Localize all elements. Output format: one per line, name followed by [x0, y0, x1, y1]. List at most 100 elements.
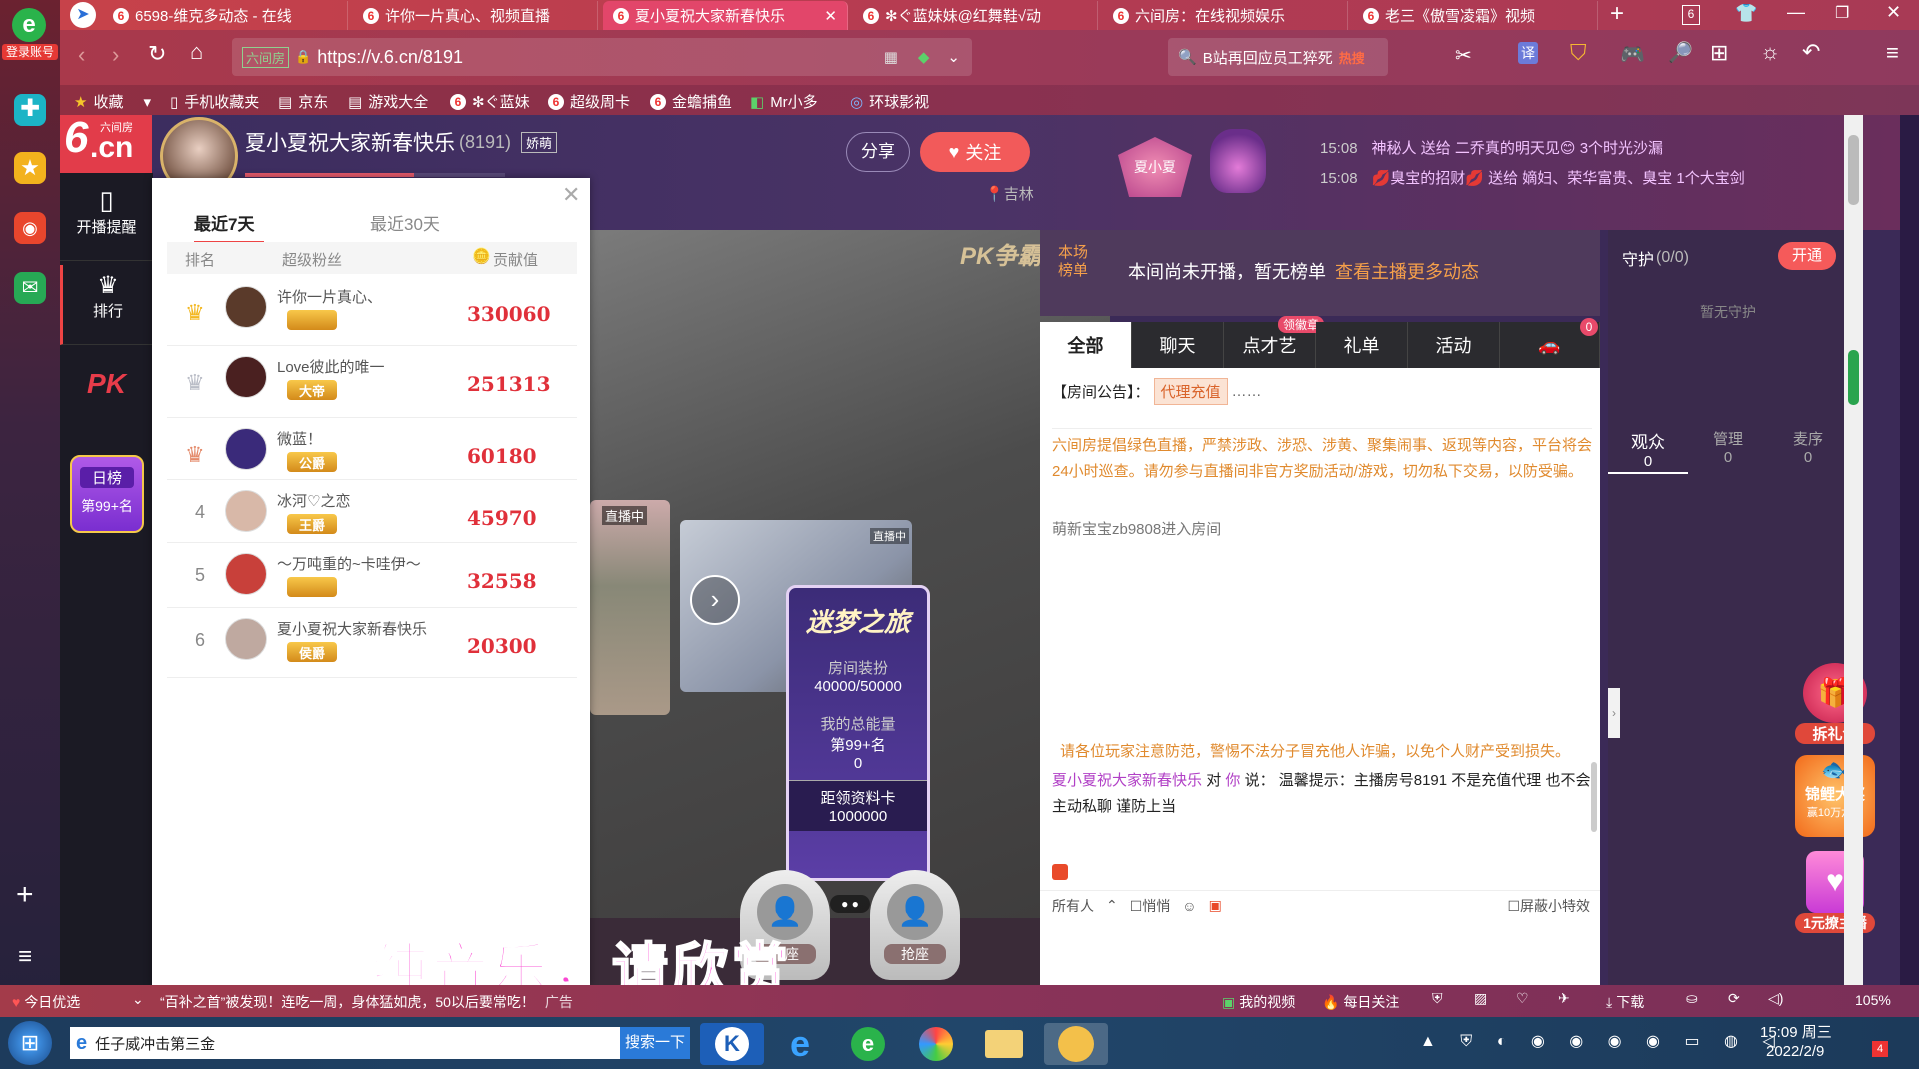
fan-row[interactable]: ♛ Love彼此的唯一 大帝 251313	[167, 346, 577, 418]
host-flirt-button[interactable]: ♥ 1元撩主播	[1795, 851, 1875, 941]
browser-logo-small-icon[interactable]: ➤	[70, 2, 96, 28]
clock-date[interactable]: 2022/2/9	[1766, 1043, 1824, 1060]
tab-30days[interactable]: 最近30天	[370, 210, 440, 235]
shield-icon[interactable]: ⛨	[1432, 990, 1443, 1007]
fan-avatar[interactable]	[225, 428, 267, 470]
fan-name[interactable]: 许你一片真心、	[277, 286, 382, 307]
fan-name[interactable]: 夏小夏祝大家新春快乐	[277, 618, 427, 639]
site-logo[interactable]: 6 六间房 .cn	[60, 115, 152, 173]
search-box[interactable]: 🔍 B站再回应员工猝死 热搜	[1168, 38, 1388, 76]
sync-icon[interactable]: ⟳	[1728, 990, 1740, 1007]
gift-box-icon[interactable]: ▣	[1209, 897, 1222, 914]
fan-avatar[interactable]	[225, 618, 267, 660]
gift-pack-button[interactable]: 🎁 拆礼包	[1795, 663, 1875, 745]
daily-rank-badge[interactable]: 日榜 第99+名	[70, 455, 144, 533]
fav-mr[interactable]: ◧ Mr小多	[750, 91, 818, 112]
sidebar-item-rank[interactable]: ♛ 排行	[60, 265, 153, 345]
fan-name[interactable]: Love彼此的唯一	[277, 356, 385, 377]
emoji-icon[interactable]: ☺	[1182, 898, 1196, 914]
fan-avatar[interactable]	[225, 356, 267, 398]
close-popup-icon[interactable]: ✕	[562, 182, 580, 208]
game-icon[interactable]: 🎮	[1620, 42, 1645, 67]
fan-name[interactable]: 冰河♡之恋	[277, 490, 350, 511]
next-arrow-icon[interactable]: ›	[690, 575, 740, 625]
tab-all[interactable]: 全部	[1040, 322, 1132, 368]
taskbar-search-field[interactable]: e 任子威冲击第三金	[70, 1027, 620, 1059]
tab-6[interactable]: 6 老三《傲雪凌霜》视频	[1353, 1, 1598, 30]
volume-icon[interactable]: ◁)	[1768, 990, 1783, 1007]
main-menu-icon[interactable]: ≡	[1886, 40, 1899, 66]
star-favorites-icon[interactable]: ★	[14, 152, 46, 184]
pk-stream-thumb[interactable]	[590, 500, 670, 715]
skin-icon[interactable]: 👕	[1735, 3, 1757, 24]
fan-avatar[interactable]	[225, 490, 267, 532]
fav-fish[interactable]: 6 金蟾捕鱼	[650, 91, 732, 112]
clock-time[interactable]: 15:09 周三	[1760, 1021, 1832, 1042]
fav-card[interactable]: 6 超级周卡	[548, 91, 630, 112]
seat-2[interactable]: 👤 抢座	[870, 870, 960, 980]
url-field[interactable]: 六间房 🔒 https://v.6.cn/8191 ▦ ◆ ⌄	[232, 38, 972, 76]
quiet-checkbox[interactable]: ☐悄悄	[1130, 896, 1171, 916]
browser-taskbar-icon[interactable]: e	[836, 1023, 900, 1065]
collapse-arrow-icon[interactable]: ›	[1608, 688, 1620, 738]
notice-more[interactable]: ……	[1232, 383, 1262, 400]
tab-admins[interactable]: 管理 0	[1688, 428, 1768, 466]
login-button[interactable]: 登录账号	[2, 44, 58, 60]
tab-7days[interactable]: 最近7天	[194, 210, 265, 244]
tab-mic[interactable]: 麦序 0	[1768, 428, 1848, 466]
sidebar-menu-icon[interactable]: ≡	[18, 943, 32, 971]
sidebar-item-notify[interactable]: ▯ 开播提醒	[60, 181, 153, 261]
home-icon[interactable]: ⌂	[190, 39, 203, 65]
sidebar-add-icon[interactable]: +	[16, 878, 34, 912]
undo-icon[interactable]: ↶	[1802, 39, 1820, 65]
qr-icon[interactable]: ▦	[884, 48, 898, 66]
tab-activity[interactable]: 活动	[1408, 322, 1500, 368]
emoji-red-icon[interactable]	[1052, 864, 1068, 880]
fav-mobile[interactable]: ▯ 手机收藏夹	[170, 91, 259, 112]
fan-row[interactable]: 4 冰河♡之恋 王爵 45970	[167, 480, 577, 543]
koi-button[interactable]: 🐟 锦鲤大奖 赢10万六币	[1795, 755, 1875, 837]
tab-viewers[interactable]: 观众 0	[1608, 428, 1688, 474]
tab-gift-list[interactable]: 礼单	[1316, 322, 1408, 368]
follow-button[interactable]: ♥ 关注	[920, 132, 1030, 172]
tab-count-button[interactable]: 6	[1682, 5, 1700, 25]
tab-chat[interactable]: 聊天	[1132, 322, 1224, 368]
chat-scrollbar[interactable]	[1591, 762, 1597, 832]
taskbar-search-button[interactable]: 搜索一下	[620, 1027, 690, 1059]
fav-games[interactable]: ▤ 游戏大全	[348, 91, 428, 112]
rank-board-link[interactable]: 查看主播更多动态	[1335, 258, 1479, 284]
scroll-thumb[interactable]	[1848, 135, 1859, 205]
msg-sender[interactable]: 夏小夏祝大家新春快乐	[1052, 772, 1202, 789]
fan-row[interactable]: 6 夏小夏祝大家新春快乐 侯爵 20300	[167, 608, 577, 678]
sidebar-item-pk[interactable]: PK	[60, 368, 153, 400]
refresh-icon[interactable]: ↻	[148, 41, 166, 67]
start-button-icon[interactable]: ⊞	[8, 1021, 52, 1065]
block-effects-checkbox[interactable]: ☐屏蔽小特效	[1507, 896, 1590, 916]
weibo-icon[interactable]: ◉	[14, 212, 46, 244]
back-icon[interactable]: ‹	[78, 42, 85, 68]
image-icon[interactable]: ▨	[1474, 990, 1487, 1007]
fav-blue[interactable]: 6 ✻ぐ蓝妹	[450, 91, 530, 112]
rank-board-title[interactable]: 本场榜单	[1058, 244, 1098, 280]
fan-row[interactable]: ♛ 许你一片真心、 330060	[167, 276, 577, 346]
carousel-dots[interactable]: ● ●	[830, 895, 870, 913]
rocket-icon[interactable]: ✈	[1558, 990, 1570, 1007]
fan-avatar[interactable]	[225, 286, 267, 328]
fav-jd[interactable]: ▤ 京东	[278, 91, 328, 112]
browser-logo-icon[interactable]: e	[12, 8, 46, 42]
restore-icon[interactable]: ❐	[1835, 3, 1849, 23]
news-ticker[interactable]: “百补之首”被发现！连吃一周，身体猛如虎，50以后要常吃！ 广告	[160, 992, 573, 1012]
tab-1[interactable]: 6 6598-维克多动态 - 在线	[103, 1, 348, 30]
notification-badge[interactable]: 4	[1872, 1041, 1888, 1057]
my-video-link[interactable]: ▣ 我的视频	[1222, 992, 1295, 1012]
zoom-search-icon[interactable]: 🔎	[1668, 40, 1693, 65]
close-tab-icon[interactable]: ✕	[824, 7, 837, 25]
forward-icon[interactable]: ›	[112, 42, 119, 68]
page-scrollbar[interactable]	[1844, 115, 1863, 985]
new-tab-icon[interactable]: +	[1610, 0, 1624, 28]
download-link[interactable]: ⤓ 下载	[1606, 992, 1644, 1012]
tray-icons[interactable]: ▲ ⛨ ◐ ◉ ◉ ◉ ◉ ▭ ◍ ◁	[1420, 1031, 1785, 1051]
dropdown-icon[interactable]: ⌄	[947, 48, 960, 66]
ie-taskbar-icon[interactable]: e	[768, 1023, 832, 1065]
tab-5[interactable]: 6 六间房：在线视频娱乐	[1103, 1, 1348, 30]
